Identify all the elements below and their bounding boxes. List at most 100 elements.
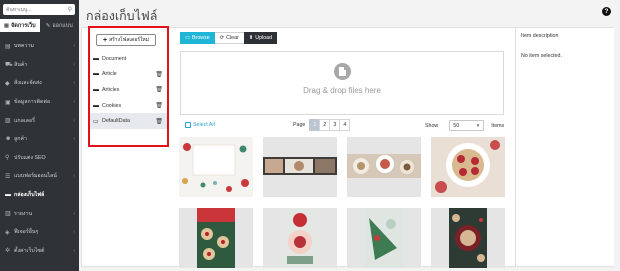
image-icon: ▧: [5, 118, 11, 125]
menu-search-input[interactable]: [6, 6, 66, 13]
item-description-title: Item description: [521, 33, 559, 39]
no-item-selected-text: No item selected.: [521, 53, 562, 59]
new-folder-button[interactable]: + สร้างโฟลเดอร์ใหม่: [96, 34, 156, 46]
gift-image: [281, 208, 319, 268]
file-thumbnail[interactable]: [263, 137, 337, 197]
upload-button[interactable]: ⬆ Upload: [243, 32, 278, 44]
sidebar-item-online-forms[interactable]: ☰ แบบฟอร์มออนไลน์ ‹: [0, 167, 79, 186]
tab-label: ออกแบบ: [52, 22, 73, 29]
christmas-card-image: [179, 137, 253, 197]
folder-item-document[interactable]: ▬ Document: [90, 51, 167, 67]
items-label: Items: [491, 122, 505, 129]
trash-icon[interactable]: 🗑: [155, 102, 163, 109]
sidebar-item-settings[interactable]: ✲ ตั้งค่าเว็บไซต์ ‹: [0, 242, 79, 261]
select-all-checkbox[interactable]: [185, 122, 191, 128]
form-icon: ☰: [5, 173, 11, 180]
help-icon[interactable]: ?: [602, 7, 611, 16]
sidebar-item-seo[interactable]: ⚲ ปรับแต่ง SEO: [0, 149, 79, 168]
folder-item-article[interactable]: ▬ Article 🗑: [90, 67, 167, 83]
sidebar-item-products[interactable]: ⛟ สินค้า ‹: [0, 56, 79, 75]
file-thumbnail[interactable]: [431, 137, 505, 197]
refresh-icon: ⟳: [219, 35, 225, 41]
trash-icon[interactable]: 🗑: [155, 118, 163, 125]
sidebar-item-label: ตั้งค่าเว็บไซต์: [14, 247, 45, 254]
chevron-left-icon: ‹: [73, 117, 75, 124]
sidebar-item-label: ปรับแต่ง SEO: [14, 154, 46, 161]
file-dropzone[interactable]: Drag & drop files here: [180, 51, 504, 115]
sidebar-item-reports[interactable]: ▥ รายงาน ‹: [0, 204, 79, 223]
folder-name: Document: [102, 55, 127, 62]
chevron-left-icon: ‹: [73, 43, 75, 50]
folder-list: ▬ Document ▬ Article 🗑 ▬ Articles 🗑 ▬ Co…: [90, 51, 167, 129]
page-button-4[interactable]: 4: [339, 119, 351, 131]
grid-icon: ▦: [3, 22, 10, 29]
tab-design[interactable]: ✎ ออกแบบ: [40, 19, 80, 32]
file-icon: [334, 63, 351, 80]
show-label: Show: [425, 122, 439, 129]
sidebar-item-label: แกลเลอรี่: [14, 117, 35, 124]
search-icon[interactable]: ⚲: [68, 6, 72, 13]
folder-icon: ▬: [93, 55, 99, 62]
sidebar-item-gallery[interactable]: ▧ แกลเลอรี่ ‹: [0, 111, 79, 130]
sidebar-item-articles[interactable]: ▤ บทความ ‹: [0, 37, 79, 56]
tab-manage-site[interactable]: ▦ จัดการเว็บ: [0, 19, 40, 32]
page-size-value: 50: [453, 122, 460, 129]
pagination: Page 1 2 3 4: [293, 119, 351, 131]
folder-icon: ▬: [93, 71, 99, 78]
sidebar-item-label: ลูกค้า: [14, 136, 27, 143]
file-thumbnail[interactable]: [347, 137, 421, 197]
browse-button[interactable]: ▭ Browse: [180, 32, 215, 44]
holiday-cookies-image: [449, 208, 487, 268]
page-size-select[interactable]: 50 ▼: [449, 120, 485, 131]
chevron-left-icon: ‹: [73, 247, 75, 254]
baking-table-image: [347, 154, 421, 178]
select-all-toggle[interactable]: Select All: [185, 122, 215, 128]
folder-item-defaultdata[interactable]: ▭ DefaultData 🗑: [90, 113, 167, 129]
sidebar-item-customers[interactable]: ☻ ลูกค้า ‹: [0, 130, 79, 149]
file-thumbnail[interactable]: [179, 208, 253, 268]
chevron-left-icon: ‹: [73, 136, 75, 143]
sidebar-item-file-storage[interactable]: ▬ กล่องเก็บไฟล์: [0, 186, 79, 205]
brush-icon: ✎: [45, 22, 51, 29]
folder-icon: ▬: [5, 192, 11, 199]
cart-icon: ⛟: [5, 61, 13, 68]
page-title: กล่องเก็บไฟล์: [86, 9, 158, 23]
folder-item-cookies[interactable]: ▬ Cookies 🗑: [90, 98, 167, 114]
gear-icon: ✲: [5, 248, 11, 255]
christmas-cookies-image: [197, 208, 235, 268]
sidebar-item-orders[interactable]: ◆ สั่งและจัดส่ง ‹: [0, 74, 79, 93]
cube-icon: ◈: [5, 229, 10, 236]
sidebar-item-label: ข้อมูลการติดต่อ: [14, 99, 51, 106]
file-thumbnail[interactable]: [347, 208, 421, 268]
sidebar-item-features[interactable]: ◈ ฟีเจอร์อื่นๆ ‹: [0, 223, 79, 242]
chart-icon: ▥: [5, 211, 11, 218]
jam-cookies-image: [431, 137, 505, 197]
trash-icon[interactable]: 🗑: [155, 71, 163, 78]
folder-name: Article: [102, 71, 117, 78]
upload-toolbar: ▭ Browse ⟳ Clear ⬆ Upload: [180, 32, 278, 44]
sidebar-item-contacts[interactable]: ▣ ข้อมูลการติดต่อ ‹: [0, 93, 79, 112]
sidebar-item-label: สินค้า: [14, 61, 28, 68]
upload-label: Upload: [255, 35, 273, 41]
folder-icon: ▬: [93, 86, 99, 93]
clear-label: Clear: [226, 35, 239, 41]
file-thumbnail[interactable]: [263, 208, 337, 268]
menu-search-box[interactable]: ⚲: [3, 4, 75, 15]
trash-icon[interactable]: 🗑: [155, 86, 163, 93]
file-thumbnail[interactable]: [431, 208, 505, 268]
clear-button[interactable]: ⟳ Clear: [214, 32, 244, 44]
dropzone-text: Drag & drop files here: [303, 86, 381, 95]
folder-column: + สร้างโฟลเดอร์ใหม่ ▬ Document ▬ Article…: [88, 26, 169, 147]
pine-branch-image: [365, 208, 403, 268]
folder-open-icon: ▭: [93, 118, 99, 125]
chevron-left-icon: ‹: [73, 99, 75, 106]
file-manager-panel: + สร้างโฟลเดอร์ใหม่ ▬ Document ▬ Article…: [81, 26, 614, 268]
page-size-control: Show 50 ▼ Items: [425, 120, 504, 131]
sidebar-menu: ▤ บทความ ‹ ⛟ สินค้า ‹ ◆ สั่งและจัดส่ง ‹ …: [0, 37, 79, 260]
sidebar-item-label: แบบฟอร์มออนไลน์: [14, 173, 57, 180]
folder-item-articles[interactable]: ▬ Articles 🗑: [90, 82, 167, 98]
file-thumbnail[interactable]: [179, 137, 253, 197]
tag-icon: ◆: [5, 80, 10, 87]
sidebar-item-label: สั่งและจัดส่ง: [14, 80, 42, 87]
folder-open-icon: ▭: [185, 35, 191, 41]
